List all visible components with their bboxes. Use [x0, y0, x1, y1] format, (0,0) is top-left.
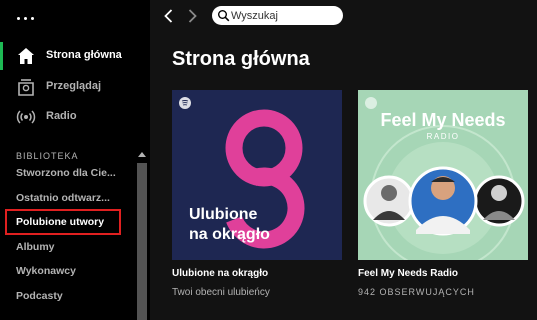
nav-item-home[interactable]: Strona główna [0, 42, 150, 70]
home-icon [18, 48, 34, 64]
playlist-cover: Ulubione na okrągło [172, 90, 342, 260]
search-input[interactable] [231, 8, 339, 23]
library-item-made-for-you[interactable]: Stworzono dla Cie... [16, 167, 116, 179]
library-item-podcasts[interactable]: Podcasty [16, 290, 63, 302]
back-arrow-icon[interactable] [160, 7, 178, 25]
forward-arrow-icon[interactable] [183, 7, 201, 25]
card-title[interactable]: Feel My Needs Radio [358, 268, 458, 279]
scroll-up-arrow-icon[interactable] [138, 152, 146, 157]
nav-item-browse[interactable]: Przeglądaj [0, 73, 150, 101]
search-icon [218, 10, 230, 22]
top-bar [150, 0, 537, 34]
radio-cover-label: RADIO [426, 132, 460, 141]
highlight-annotation-box [5, 209, 121, 235]
playlist-card-on-repeat[interactable]: Ulubione na okrągło Ulubione na okrągło … [172, 90, 342, 320]
nav-item-radio[interactable]: Radio [0, 103, 150, 131]
cover-text-line1: Ulubione [189, 206, 258, 223]
sidebar: Strona główna Przeglądaj Radio BIBLIOTEK… [0, 0, 150, 320]
library-item-artists[interactable]: Wykonawcy [16, 265, 76, 277]
card-subtitle: 942 OBSERWUJĄCYCH [358, 287, 475, 297]
nav-label-browse: Przeglądaj [46, 80, 102, 92]
cover-text-line2: na okrągło [189, 226, 270, 243]
radio-icon [16, 110, 36, 124]
main-content: Strona główna Ulubione na okrągło Ulubio… [150, 34, 537, 320]
nav-label-radio: Radio [46, 110, 77, 122]
page-title: Strona główna [172, 48, 310, 70]
active-indicator [0, 42, 3, 70]
library-heading: BIBLIOTEKA [16, 151, 79, 161]
card-title[interactable]: Ulubione na okrągło [172, 268, 268, 279]
search-box[interactable] [212, 6, 343, 25]
sidebar-scroll-thumb[interactable] [137, 163, 147, 320]
nav-label-home: Strona główna [46, 49, 122, 61]
card-subtitle: Twoi obecni ulubieńcy [172, 287, 270, 298]
radio-cover-title: Feel My Needs [380, 110, 506, 130]
more-options-icon[interactable] [17, 17, 34, 20]
radio-card-feel-my-needs[interactable]: Feel My Needs RADIO Feel My Needs Radio … [358, 90, 537, 320]
library-item-recently-played[interactable]: Ostatnio odtwarz... [16, 192, 110, 204]
radio-cover: Feel My Needs RADIO [358, 90, 528, 260]
browse-icon [18, 79, 34, 96]
library-item-albums[interactable]: Albumy [16, 241, 55, 253]
